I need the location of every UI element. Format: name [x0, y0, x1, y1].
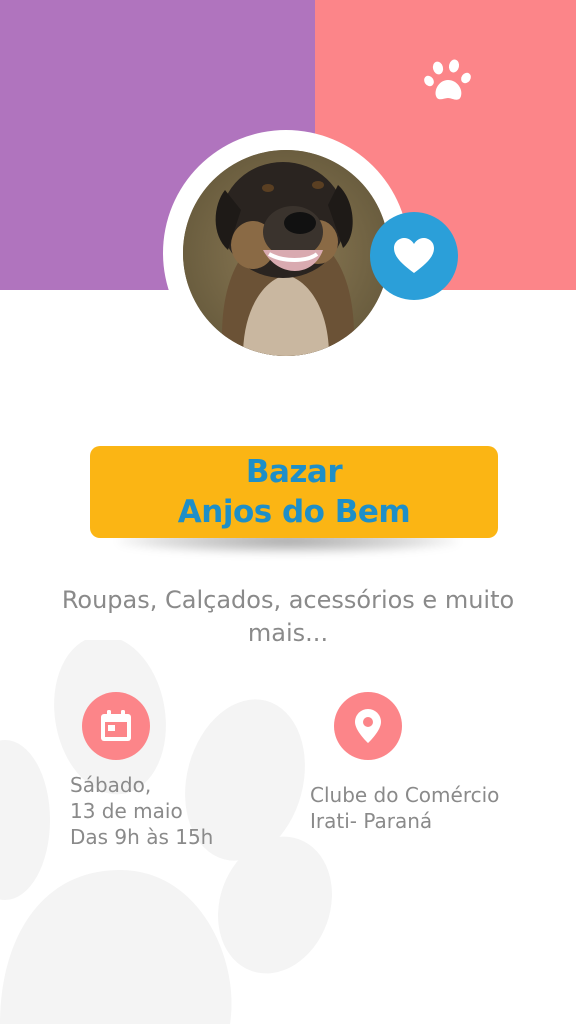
- location-line-2: Irati- Paraná: [310, 809, 433, 833]
- calendar-icon: [101, 710, 131, 741]
- date-line-3: Das 9h às 15h: [70, 825, 214, 849]
- event-location-info: Clube do Comércio Irati- Paraná: [310, 782, 499, 834]
- dog-photo: [183, 150, 389, 356]
- location-icon-circle: [334, 692, 402, 760]
- date-icon-circle: [82, 692, 150, 760]
- favorite-badge[interactable]: [370, 212, 458, 300]
- heart-icon: [394, 238, 434, 273]
- paw-icon: [424, 59, 471, 100]
- date-line-2: 13 de maio: [70, 799, 183, 823]
- event-title-banner: Bazar Anjos do Bem: [90, 446, 498, 538]
- event-date-info: Sábado, 13 de maio Das 9h às 15h: [70, 772, 213, 850]
- title-line-2: Anjos do Bem: [177, 494, 411, 530]
- location-pin-icon: [355, 709, 381, 743]
- date-line-1: Sábado,: [70, 773, 152, 797]
- title-line-1: Bazar: [245, 454, 343, 490]
- event-description: Roupas, Calçados, acessórios e muito mai…: [61, 586, 515, 647]
- location-line-1: Clube do Comércio: [310, 783, 500, 807]
